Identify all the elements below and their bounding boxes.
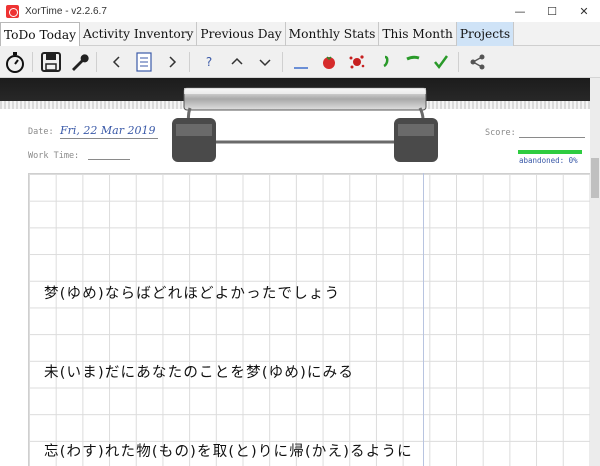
window-title: XorTime - v2.2.6.7 [25,5,107,17]
score-label: Score: [485,128,516,138]
vertical-scrollbar[interactable] [590,78,600,466]
up-icon[interactable] [224,49,250,75]
tab-monthly-stats[interactable]: Monthly Stats [286,22,380,46]
progress-fill [518,150,582,154]
score-field [519,137,585,138]
close-button[interactable]: ✕ [568,0,600,22]
date-value: Fri, 22 Mar 2019 [60,124,156,137]
app-logo-icon [6,4,19,18]
score-progress-bar [518,150,582,154]
tab-this-month[interactable]: This Month [379,22,457,46]
down-icon[interactable] [252,49,278,75]
toolbar: ? [0,46,600,78]
todo-grid [28,173,590,466]
svg-text:?: ? [206,55,212,69]
date-underline [60,138,158,139]
underline-icon[interactable] [288,49,314,75]
tab-activity-inventory[interactable]: Activity Inventory [80,22,198,46]
next-icon[interactable] [159,49,185,75]
work-time-label: Work Time: [28,151,80,161]
checkmark-icon[interactable] [428,49,454,75]
tab-projects[interactable]: Projects [456,22,515,46]
todo-item[interactable]: 忘(わす)れた物(もの)を取(と)りに帰(かえ)るように [44,440,413,461]
maximize-button[interactable]: ☐ [536,0,568,22]
window-controls: — ☐ ✕ [504,0,600,22]
share-icon[interactable] [465,49,491,75]
comma-icon[interactable] [372,49,398,75]
wrench-icon[interactable] [66,49,92,75]
grid-margin-line [423,173,424,466]
todo-item[interactable]: 梦(ゆめ)ならばどれほどよかったでしょう [44,282,340,303]
work-time-field[interactable] [88,159,130,160]
title-bar: XorTime - v2.2.6.7 — ☐ ✕ [0,0,600,22]
prev-icon[interactable] [104,49,130,75]
dash-icon[interactable] [400,49,426,75]
tomato-icon[interactable] [316,49,342,75]
binder-clip-icon [172,87,438,162]
list-icon[interactable] [131,49,157,75]
splat-icon[interactable] [344,49,370,75]
minimize-button[interactable]: — [504,0,536,22]
abandoned-status: abandoned: 0% [519,156,578,165]
save-icon[interactable] [38,49,64,75]
date-label: Date: [28,127,54,137]
todo-item[interactable]: 未(いま)だにあなたのことを梦(ゆめ)にみる [44,361,354,382]
stopwatch-icon[interactable] [2,49,28,75]
tab-todo-today[interactable]: ToDo Today [0,22,80,47]
tab-previous-day[interactable]: Previous Day [197,22,286,46]
help-icon[interactable]: ? [196,49,222,75]
scrollbar-thumb[interactable] [591,158,599,198]
tab-bar: ToDo Today Activity Inventory Previous D… [0,22,600,47]
